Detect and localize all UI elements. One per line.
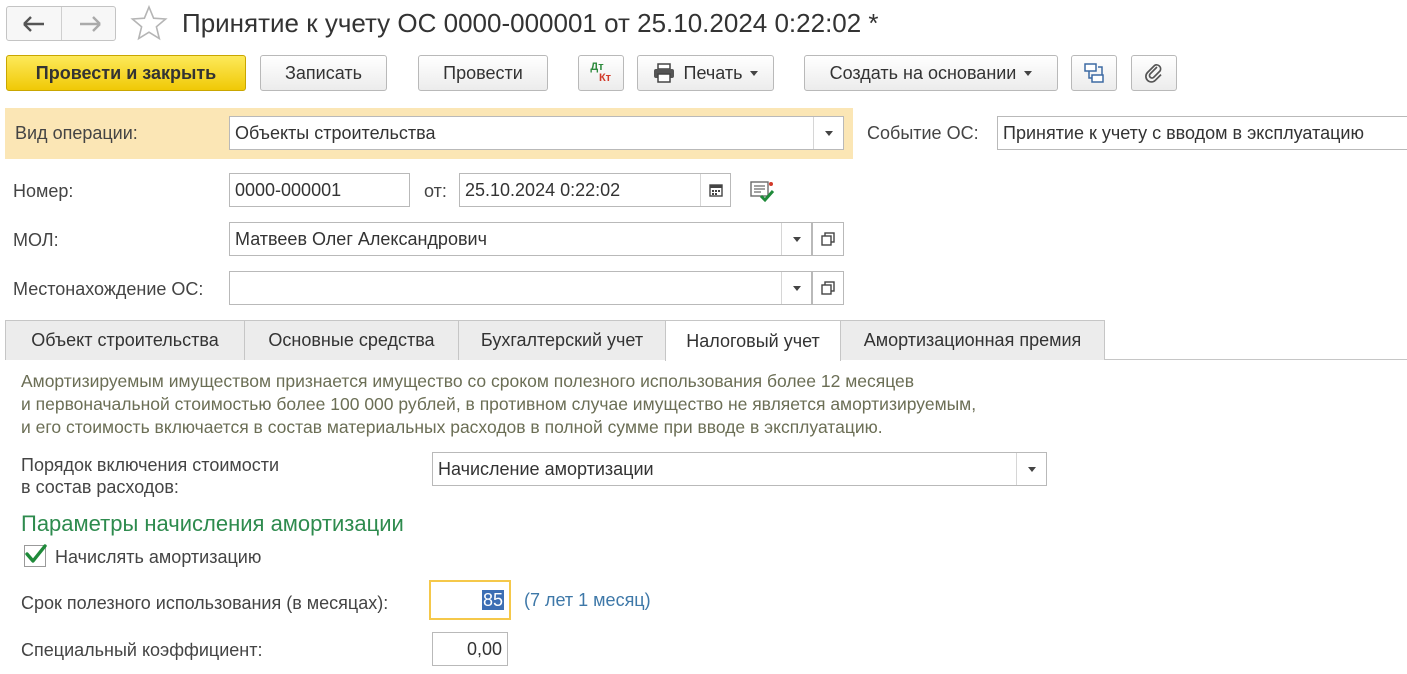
- cost-order-dropdown-button[interactable]: [1016, 453, 1046, 485]
- operation-type-dropdown-button[interactable]: [813, 117, 843, 149]
- chevron-down-icon: [1027, 466, 1036, 472]
- special-coefficient-input[interactable]: 0,00: [432, 632, 508, 666]
- chevron-down-icon: [824, 130, 833, 136]
- accrue-depreciation-label[interactable]: Начислять амортизацию: [55, 546, 261, 568]
- tab-depreciation-bonus[interactable]: Амортизационная премия: [840, 320, 1105, 360]
- number-input[interactable]: 0000-000001: [229, 173, 410, 207]
- arrow-left-icon: [23, 15, 44, 32]
- mol-open-button[interactable]: [812, 222, 844, 256]
- paperclip-icon: [1145, 64, 1162, 83]
- depreciation-params-title: Параметры начисления амортизации: [21, 511, 404, 536]
- chevron-down-icon: [792, 236, 801, 242]
- history-nav: [6, 6, 116, 41]
- posting-status-button[interactable]: [750, 180, 776, 209]
- info-line: и его стоимость включается в состав мате…: [21, 417, 883, 437]
- open-in-window-icon: [821, 232, 835, 246]
- useful-life-label: Срок полезного использования (в месяцах)…: [21, 593, 389, 613]
- tab-construction-object[interactable]: Объект строительства: [5, 320, 245, 360]
- favorite-star-button[interactable]: [130, 4, 168, 42]
- location-label: Местонахождение ОС:: [13, 279, 204, 299]
- cost-order-label-line: Порядок включения стоимости: [21, 455, 280, 475]
- mol-dropdown-button[interactable]: [781, 223, 811, 255]
- event-field[interactable]: Принятие к учету с вводом в эксплуатацию: [997, 116, 1407, 150]
- checkmark-icon: [25, 544, 47, 563]
- useful-life-hint[interactable]: (7 лет 1 месяц): [524, 590, 651, 611]
- post-button[interactable]: Провести: [418, 55, 548, 91]
- useful-life-input[interactable]: 85: [429, 580, 511, 620]
- cost-order-label: Порядок включения стоимости в состав рас…: [21, 454, 279, 498]
- mol-value: Матвеев Олег Александрович: [235, 229, 487, 249]
- save-button[interactable]: Записать: [260, 55, 387, 91]
- posted-document-icon: [750, 181, 775, 203]
- calendar-button[interactable]: [700, 174, 730, 206]
- cost-order-label-line: в состав расходов:: [21, 477, 179, 497]
- location-open-button[interactable]: [812, 271, 844, 305]
- back-button[interactable]: [7, 7, 62, 40]
- document-title: Принятие к учету ОС 0000-000001 от 25.10…: [182, 8, 879, 38]
- cost-order-value: Начисление амортизации: [438, 459, 654, 479]
- event-label: Событие ОС:: [867, 123, 979, 143]
- print-button-label: Печать: [683, 62, 743, 83]
- forward-button[interactable]: [62, 7, 117, 40]
- tax-info-text: Амортизируемым имуществом признается иму…: [21, 370, 1121, 439]
- operation-type-label: Вид операции:: [15, 123, 138, 143]
- date-value: 25.10.2024 0:22:02: [465, 180, 621, 200]
- useful-life-value: 85: [481, 590, 504, 610]
- dt-kt-button[interactable]: Дт Кт: [578, 55, 624, 91]
- info-line: Амортизируемым имуществом признается иму…: [21, 371, 915, 391]
- arrow-right-icon: [79, 15, 101, 32]
- event-value: Принятие к учету с вводом в эксплуатацию: [1003, 123, 1364, 143]
- open-in-window-icon: [821, 281, 835, 295]
- post-and-close-button[interactable]: Провести и закрыть: [6, 55, 246, 91]
- chevron-down-icon: [792, 285, 801, 291]
- cost-order-select[interactable]: Начисление амортизации: [432, 452, 1047, 486]
- chevron-down-icon: [1024, 70, 1033, 76]
- calendar-icon: [708, 184, 723, 197]
- document-structure-icon: [1084, 63, 1104, 83]
- accrue-depreciation-checkbox[interactable]: [24, 544, 47, 567]
- mol-select[interactable]: Матвеев Олег Александрович: [229, 222, 812, 256]
- structure-button[interactable]: [1071, 55, 1117, 91]
- kt-icon-text: Кт: [598, 72, 612, 84]
- number-value: 0000-000001: [235, 180, 342, 200]
- special-coefficient-label: Специальный коэффициент:: [21, 640, 263, 660]
- date-input[interactable]: 25.10.2024 0:22:02: [459, 173, 731, 207]
- operation-type-select[interactable]: Объекты строительства: [229, 116, 844, 150]
- create-based-on-label: Создать на основании: [829, 62, 1017, 83]
- number-label: Номер:: [13, 181, 74, 201]
- attachments-button[interactable]: [1131, 55, 1177, 91]
- location-select[interactable]: [229, 271, 812, 305]
- mol-label: МОЛ:: [13, 230, 59, 250]
- info-line: и первоначальной стоимостью более 100 00…: [21, 394, 977, 414]
- tab-accounting[interactable]: Бухгалтерский учет: [458, 320, 666, 360]
- operation-type-value: Объекты строительства: [235, 123, 436, 143]
- create-based-on-button[interactable]: Создать на основании: [804, 55, 1058, 91]
- printer-icon: [653, 63, 674, 83]
- star-icon: [130, 4, 168, 41]
- tab-tax-accounting[interactable]: Налоговый учет: [665, 320, 841, 361]
- chevron-down-icon: [750, 70, 759, 76]
- print-button[interactable]: Печать: [637, 55, 774, 91]
- date-label: от:: [424, 181, 447, 201]
- tab-fixed-assets[interactable]: Основные средства: [244, 320, 459, 360]
- special-coefficient-value: 0,00: [466, 639, 502, 659]
- location-dropdown-button[interactable]: [781, 272, 811, 304]
